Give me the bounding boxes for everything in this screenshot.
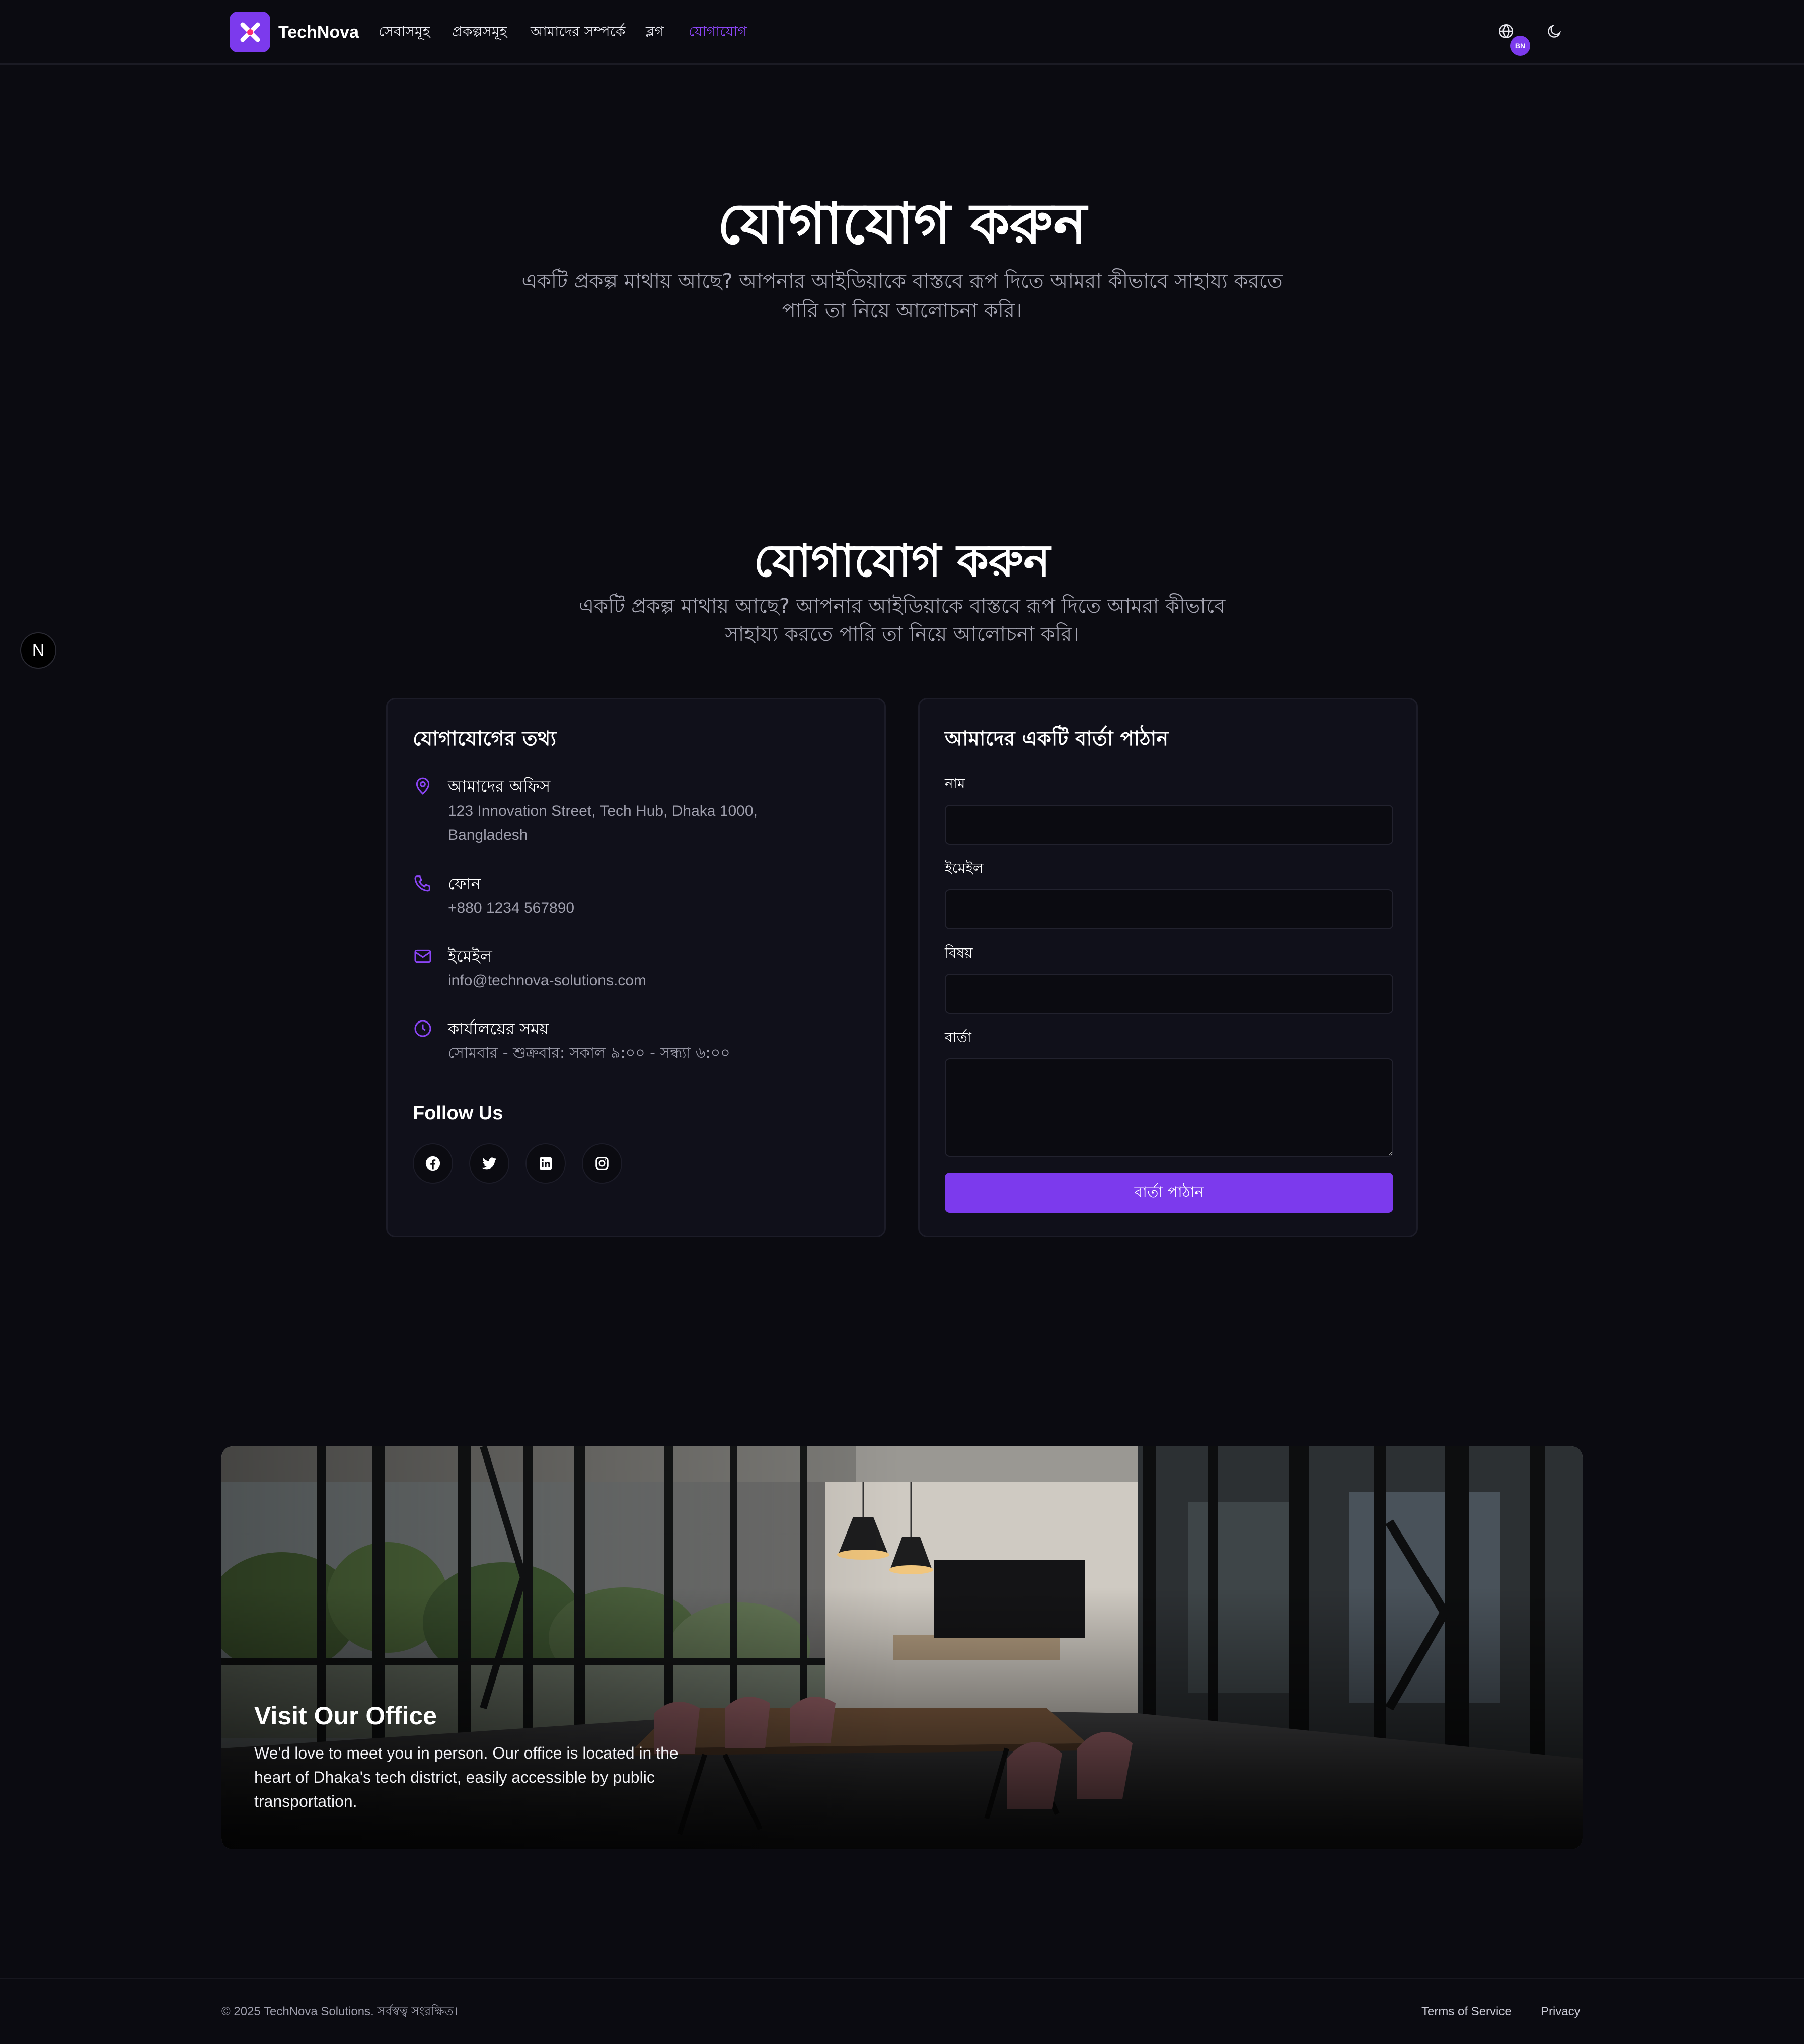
globe-icon[interactable] [1497, 22, 1515, 40]
privacy-link[interactable]: Privacy [1541, 2003, 1581, 2021]
linkedin-icon[interactable] [525, 1143, 566, 1184]
office-title: Visit Our Office [254, 1702, 437, 1730]
instagram-icon[interactable] [582, 1143, 622, 1184]
logo-icon[interactable] [230, 12, 270, 52]
moon-icon[interactable] [1545, 22, 1563, 40]
copyright-text: © 2025 TechNova Solutions. সর্বস্বত্ব সং… [221, 2005, 458, 2018]
nav-link-services[interactable]: সেবাসমূহ [379, 20, 430, 43]
office-banner: Visit Our Office We'd love to meet you i… [221, 1446, 1583, 1849]
hero-title: যোগাযোগ করুন [717, 191, 1087, 257]
email-input[interactable] [945, 889, 1393, 929]
hours-label: কার্যালয়ের সময় [448, 1019, 549, 1038]
email-value[interactable]: info@technova-solutions.com [448, 969, 831, 993]
office-description: We'd love to meet you in person. Our off… [254, 1744, 679, 1810]
nextjs-badge-icon[interactable]: N [20, 632, 56, 669]
phone-icon [413, 873, 433, 893]
office-address: 123 Innovation Street, Tech Hub, Dhaka 1… [448, 802, 758, 843]
email-field-label: ইমেইল [945, 860, 984, 877]
twitter-icon[interactable] [469, 1143, 509, 1184]
message-form-card: আমাদের একটি বার্তা পাঠান নাম ইমেইল বিষয়… [918, 698, 1418, 1237]
terms-link[interactable]: Terms of Service [1421, 2003, 1512, 2021]
follow-us-title: Follow Us [413, 1103, 503, 1124]
contact-info-title: যোগাযোগের তথ্য [413, 727, 557, 750]
hours-value: সোমবার - শুক্রবার: সকাল ৯:০০ - সন্ধ্যা ৬… [448, 1044, 730, 1062]
hero-subtitle: একটি প্রকল্প মাথায় আছে? আপনার আইডিয়াকে… [521, 270, 1283, 322]
subject-input[interactable] [945, 974, 1393, 1014]
name-label: নাম [945, 775, 965, 792]
facebook-icon[interactable] [413, 1143, 453, 1184]
nav-link-about[interactable]: আমাদের সম্পর্কে [531, 20, 625, 43]
nav-link-blog[interactable]: ব্লগ [646, 20, 664, 43]
send-message-button[interactable]: বার্তা পাঠান [945, 1173, 1393, 1213]
office-label: আমাদের অফিস [448, 777, 551, 796]
language-badge[interactable]: BN [1510, 36, 1530, 56]
email-label: ইমেইল [448, 946, 492, 966]
section-title: যোগাযোগ করুন [754, 535, 1050, 588]
message-label: বার্তা [945, 1029, 971, 1046]
subject-label: বিষয় [945, 944, 973, 961]
section-subtitle: একটি প্রকল্প মাথায় আছে? আপনার আইডিয়াকে… [578, 595, 1226, 646]
phone-value[interactable]: +880 1234 567890 [448, 896, 831, 920]
navbar: TechNova সেবাসমূহ প্রকল্পসমূহ আমাদের সম্… [0, 0, 1804, 65]
message-textarea[interactable] [945, 1058, 1393, 1157]
mail-icon [413, 946, 433, 966]
clock-icon [413, 1018, 433, 1039]
name-input[interactable] [945, 805, 1393, 845]
footer-divider [0, 1978, 1804, 1979]
contact-info-card: যোগাযোগের তথ্য আমাদের অফিস 123 Innovatio… [386, 698, 886, 1237]
phone-label: ফোন [448, 874, 481, 893]
nav-link-contact[interactable]: যোগাযোগ [689, 20, 747, 43]
form-title: আমাদের একটি বার্তা পাঠান [945, 727, 1169, 750]
nav-link-projects[interactable]: প্রকল্পসমূহ [452, 20, 507, 43]
brand-name[interactable]: TechNova [278, 20, 359, 44]
map-pin-icon [413, 776, 433, 796]
